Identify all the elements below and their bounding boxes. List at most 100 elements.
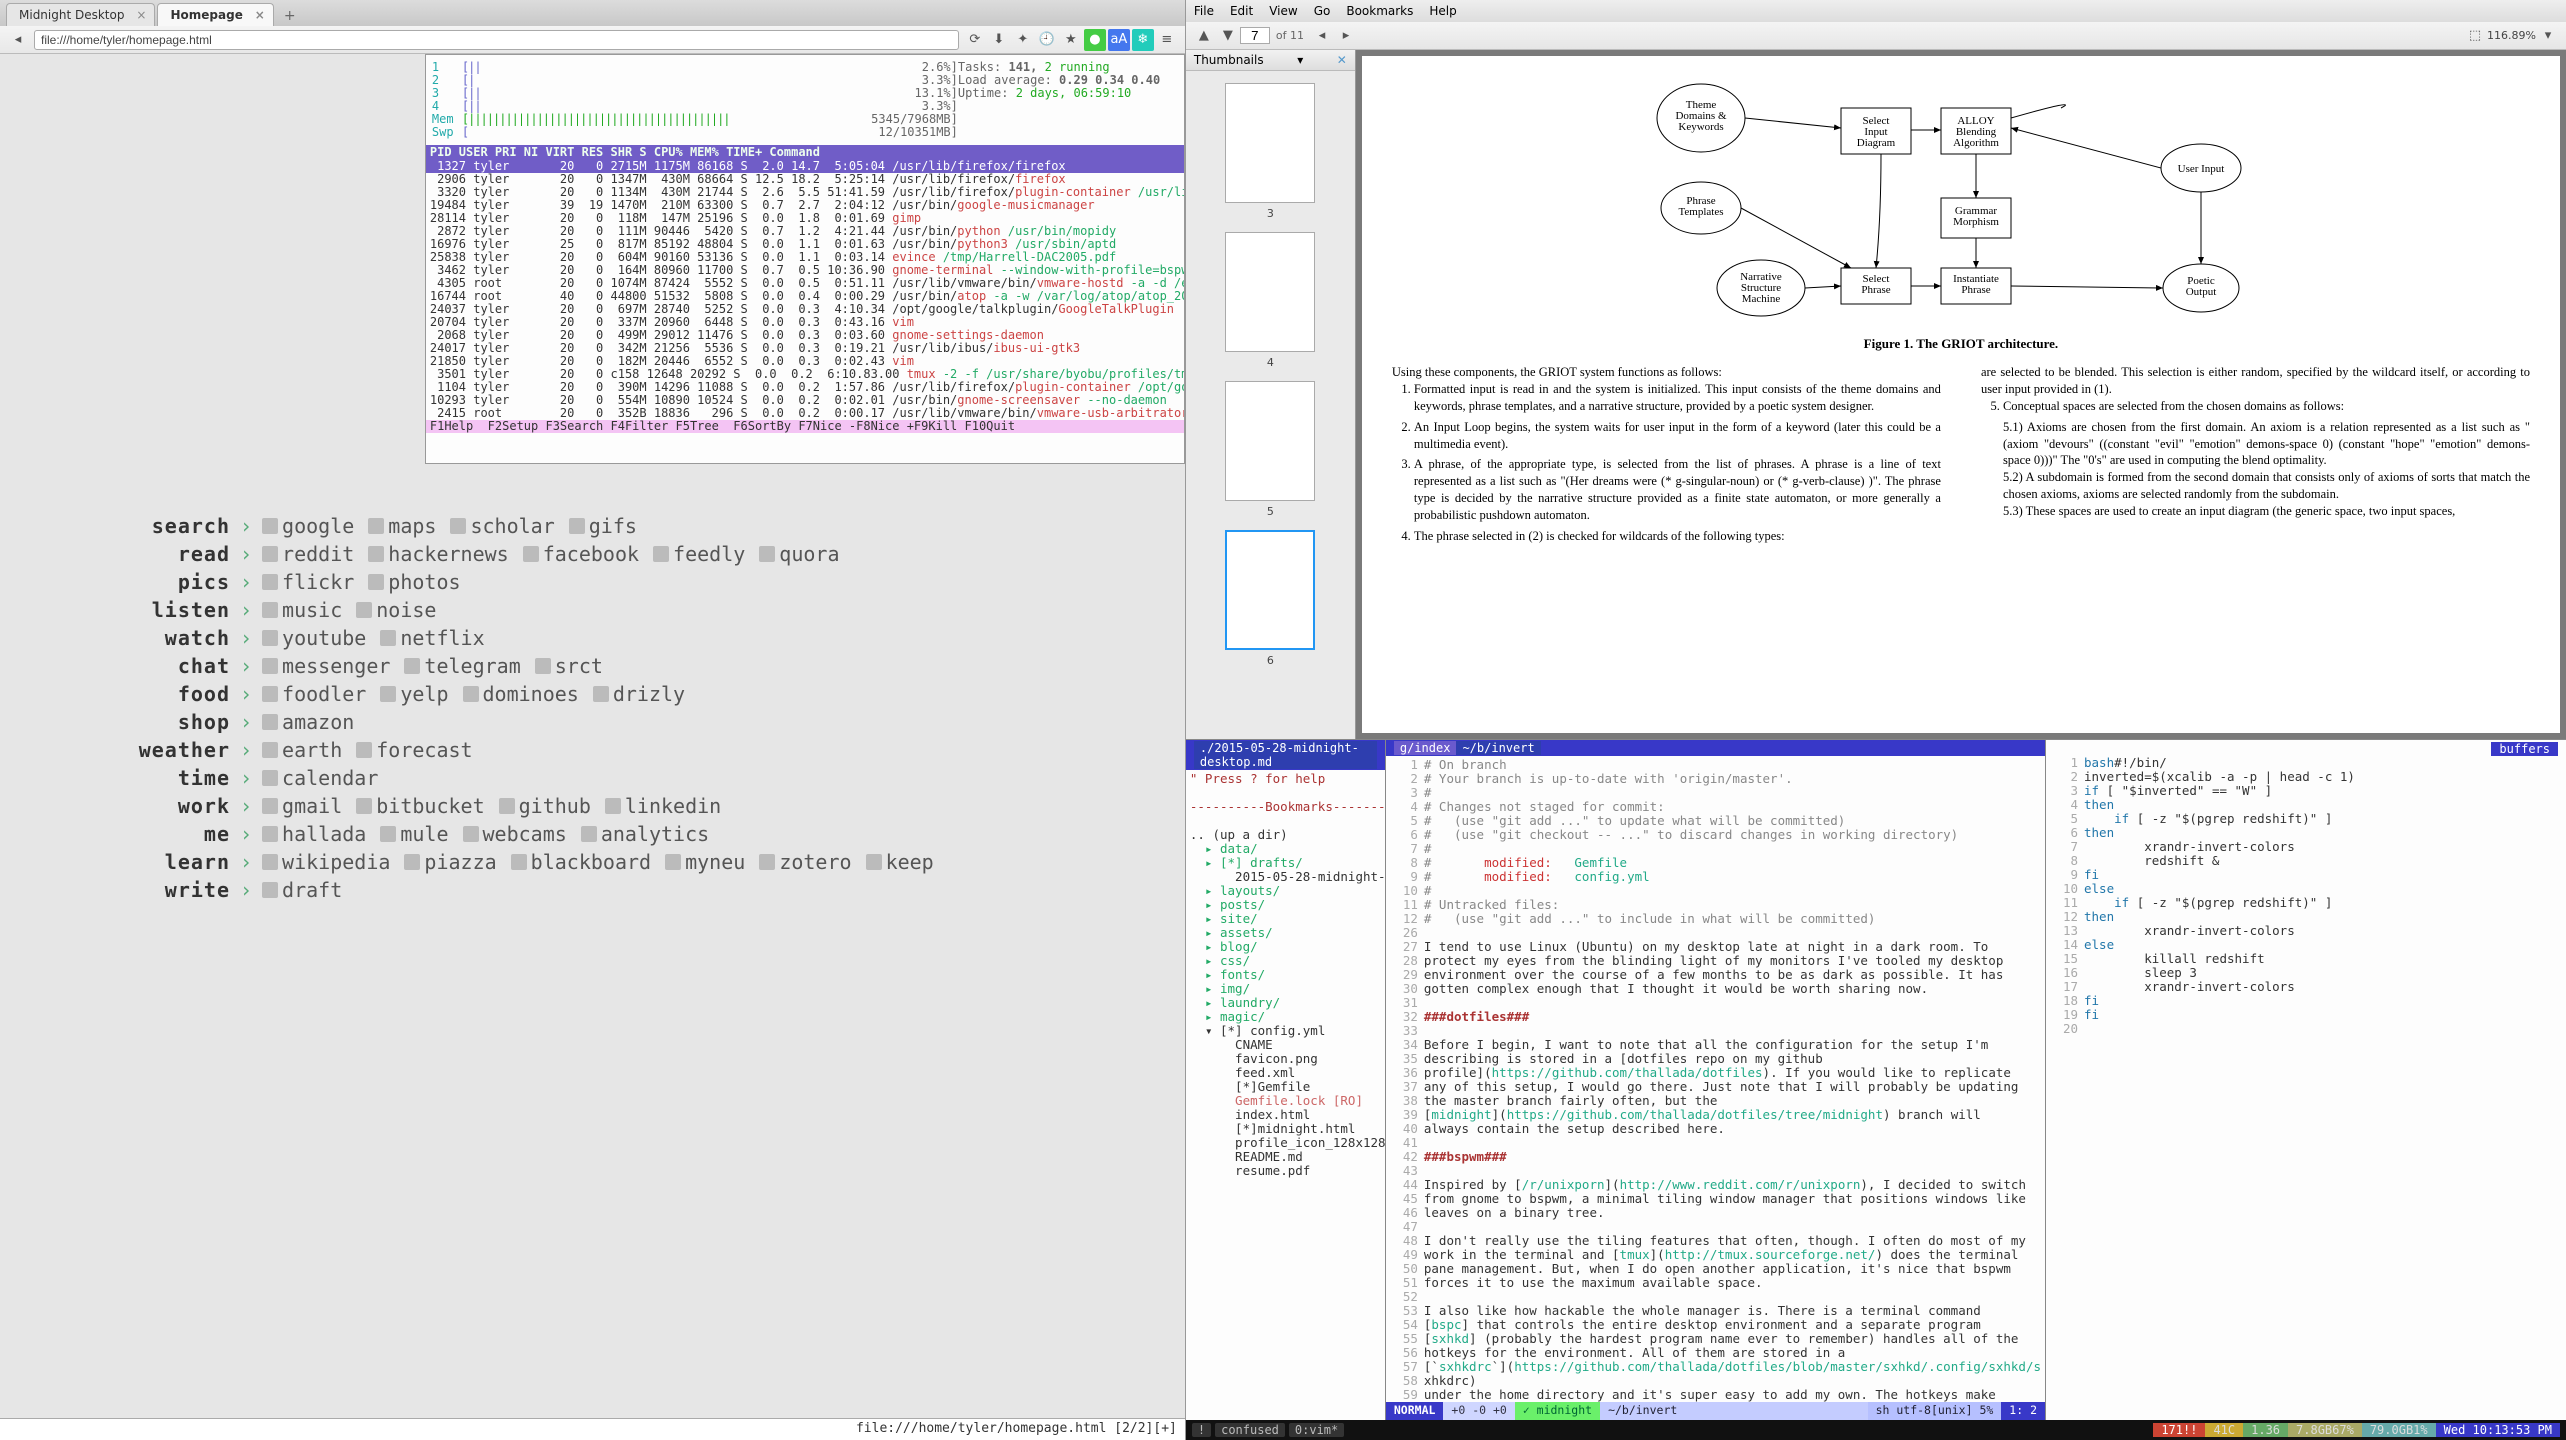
link-zotero[interactable]: zotero (759, 850, 851, 874)
next-page-button[interactable]: ▼ (1217, 25, 1239, 47)
editor-line[interactable]: 10# (1390, 884, 2041, 898)
tree-item[interactable]: Gemfile.lock [RO] (1190, 1094, 1381, 1108)
editor-line[interactable]: 55[sxhkd] (probably the hardest program … (1390, 1332, 2041, 1346)
editor-line[interactable]: 39[midnight](https://github.com/thallada… (1390, 1108, 2041, 1122)
new-tab-button[interactable]: + (276, 6, 304, 26)
link-forecast[interactable]: forecast (356, 738, 472, 762)
editor-line[interactable]: 33 (1390, 1024, 2041, 1038)
fit-icon[interactable]: ⬚ (2464, 25, 2486, 47)
ext-teal-icon[interactable]: ❄ (1132, 29, 1154, 51)
editor-line[interactable]: 42###bspwm### (1390, 1150, 2041, 1164)
editor-line[interactable]: 37any of this setup, I would go there. J… (1390, 1080, 2041, 1094)
tree-item[interactable]: favicon.png (1190, 1052, 1381, 1066)
tree-item[interactable]: ▸ posts/ (1190, 898, 1381, 912)
back-button[interactable]: ◂ (7, 29, 29, 51)
script-editor-pane[interactable]: buffers 1bash#!/bin/2inverted=$(xcalib -… (2046, 740, 2566, 1420)
thumbnail-6[interactable] (1225, 530, 1315, 650)
tree-item[interactable]: ▾ [*] config.yml (1190, 1024, 1381, 1038)
link-telegram[interactable]: telegram (404, 654, 520, 678)
editor-line[interactable]: 38the master branch fairly often, but th… (1390, 1094, 2041, 1108)
editor-line[interactable]: 4# Changes not staged for commit: (1390, 800, 2041, 814)
tab-homepage[interactable]: Homepage × (157, 3, 273, 26)
ext-blue-icon[interactable]: aA (1108, 29, 1130, 51)
editor-line[interactable]: 20 (2050, 1022, 2562, 1036)
editor-line[interactable]: 48I don't really use the tiling features… (1390, 1234, 2041, 1248)
tree-item[interactable]: ▸ css/ (1190, 954, 1381, 968)
dropdown-icon[interactable]: ▾ (1297, 53, 1303, 67)
link-draft[interactable]: draft (262, 878, 342, 902)
link-noise[interactable]: noise (356, 598, 436, 622)
editor-line[interactable]: 15 killall redshift (2050, 952, 2562, 966)
editor-line[interactable]: 1bash#!/bin/ (2050, 756, 2562, 770)
link-blackboard[interactable]: blackboard (511, 850, 651, 874)
editor-line[interactable]: 57[`sxhkdrc`](https://github.com/thallad… (1390, 1360, 2041, 1374)
tree-item[interactable]: feed.xml (1190, 1066, 1381, 1080)
link-gmail[interactable]: gmail (262, 794, 342, 818)
link-flickr[interactable]: flickr (262, 570, 354, 594)
tree-item[interactable]: ▸ img/ (1190, 982, 1381, 996)
editor-line[interactable]: 8# modified: Gemfile (1390, 856, 2041, 870)
tree-item[interactable]: ▸ site/ (1190, 912, 1381, 926)
tree-item[interactable]: ▸ blog/ (1190, 940, 1381, 954)
link-netflix[interactable]: netflix (380, 626, 484, 650)
editor-line[interactable]: 2# Your branch is up-to-date with 'origi… (1390, 772, 2041, 786)
link-myneu[interactable]: myneu (665, 850, 745, 874)
tree-item[interactable]: 2015-05-28-midnight-desktop (1190, 870, 1381, 884)
tree-item[interactable]: CNAME (1190, 1038, 1381, 1052)
editor-line[interactable]: 8 redshift & (2050, 854, 2562, 868)
link-foodler[interactable]: foodler (262, 682, 366, 706)
editor-line[interactable]: 6# (use "git checkout -- ..." to discard… (1390, 828, 2041, 842)
editor-line[interactable]: 35describing is stored in a [dotfiles re… (1390, 1052, 2041, 1066)
buffers-button[interactable]: buffers (2491, 742, 2558, 756)
editor-line[interactable]: 27I tend to use Linux (Ubuntu) on my des… (1390, 940, 2041, 954)
menu-view[interactable]: View (1269, 4, 1297, 18)
editor-line[interactable]: 43 (1390, 1164, 2041, 1178)
tree-item[interactable]: [*]Gemfile (1190, 1080, 1381, 1094)
tab-label[interactable]: ./2015-05-28-midnight-desktop.md (1194, 741, 1377, 769)
link-feedly[interactable]: feedly (653, 542, 745, 566)
link-youtube[interactable]: youtube (262, 626, 366, 650)
editor-line[interactable]: 12# (use "git add ..." to include in wha… (1390, 912, 2041, 926)
editor-line[interactable]: 1# On branch (1390, 758, 2041, 772)
ext-green-icon[interactable]: ● (1084, 29, 1106, 51)
link-srct[interactable]: srct (535, 654, 603, 678)
tree-item[interactable]: ▸ layouts/ (1190, 884, 1381, 898)
link-messenger[interactable]: messenger (262, 654, 390, 678)
editor-line[interactable]: 58xhkdrc) (1390, 1374, 2041, 1388)
close-icon[interactable]: × (136, 8, 146, 22)
editor-line[interactable]: 29environment over the course of a few m… (1390, 968, 2041, 982)
menu-help[interactable]: Help (1429, 4, 1456, 18)
tree-item[interactable]: index.html (1190, 1108, 1381, 1122)
editor-line[interactable]: 12then (2050, 910, 2562, 924)
editor-line[interactable]: 52 (1390, 1290, 2041, 1304)
link-maps[interactable]: maps (368, 514, 436, 538)
tree-item[interactable]: ▸ data/ (1190, 842, 1381, 856)
editor-line[interactable]: 51forces it to use the maximum available… (1390, 1276, 2041, 1290)
zoom-dropdown-icon[interactable]: ▾ (2537, 25, 2559, 47)
extensions-icon[interactable]: ✦ (1012, 29, 1034, 51)
link-piazza[interactable]: piazza (404, 850, 496, 874)
editor-line[interactable]: 11# Untracked files: (1390, 898, 2041, 912)
link-reddit[interactable]: reddit (262, 542, 354, 566)
editor-line[interactable]: 3if [ "$inverted" == "W" ] (2050, 784, 2562, 798)
thumbnail-3[interactable] (1225, 83, 1315, 203)
link-facebook[interactable]: facebook (523, 542, 639, 566)
link-linkedin[interactable]: linkedin (605, 794, 721, 818)
editor-line[interactable]: 17 xrandr-invert-colors (2050, 980, 2562, 994)
link-calendar[interactable]: calendar (262, 766, 378, 790)
thumbnail-5[interactable] (1225, 381, 1315, 501)
link-github[interactable]: github (499, 794, 591, 818)
link-music[interactable]: music (262, 598, 342, 622)
tree-item[interactable]: [*]midnight.html (1190, 1122, 1381, 1136)
link-earth[interactable]: earth (262, 738, 342, 762)
link-gifs[interactable]: gifs (569, 514, 637, 538)
link-amazon[interactable]: amazon (262, 710, 354, 734)
editor-line[interactable]: 28protect my eyes from the blinding ligh… (1390, 954, 2041, 968)
editor-line[interactable]: 11 if [ -z "$(pgrep redshift)" ] (2050, 896, 2562, 910)
editor-line[interactable]: 7 xrandr-invert-colors (2050, 840, 2562, 854)
tree-item[interactable]: ▸ fonts/ (1190, 968, 1381, 982)
editor-line[interactable]: 13 xrandr-invert-colors (2050, 924, 2562, 938)
editor-line[interactable]: 4then (2050, 798, 2562, 812)
link-drizly[interactable]: drizly (593, 682, 685, 706)
editor-line[interactable]: 49work in the terminal and [tmux](http:/… (1390, 1248, 2041, 1262)
